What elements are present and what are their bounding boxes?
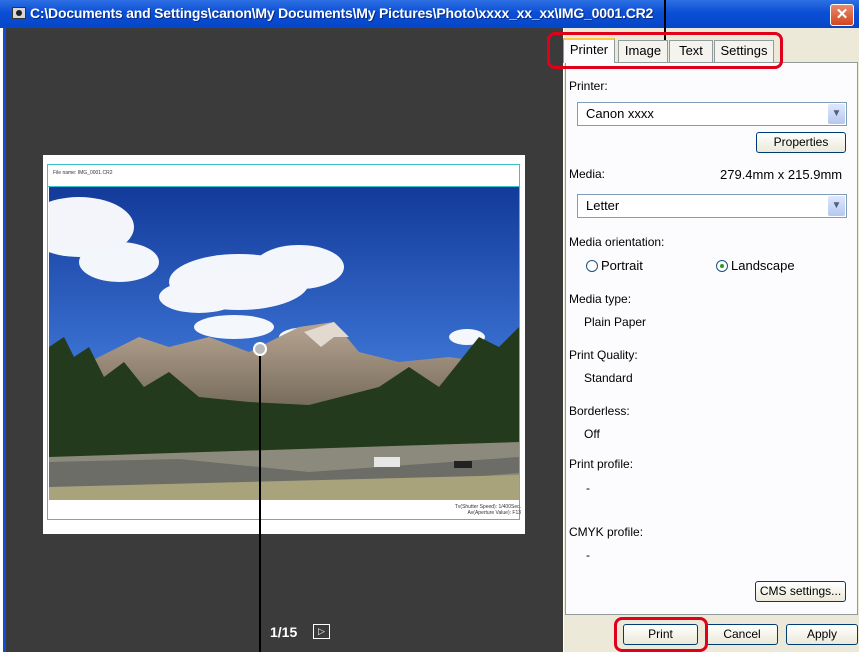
print-window: C:\Documents and Settings\canon\My Docum… — [0, 0, 859, 652]
print-callout-highlight — [614, 617, 708, 652]
preview-photo — [49, 187, 519, 500]
landscape-label[interactable]: Landscape — [731, 258, 795, 273]
apply-button[interactable]: Apply — [786, 624, 858, 645]
cmyk-profile-label: CMYK profile: — [569, 525, 644, 539]
media-size-text: 279.4mm x 215.9mm — [720, 167, 843, 182]
page-counter: 1/15 — [270, 624, 298, 640]
printer-select-value: Canon xxxx — [586, 106, 654, 121]
exif-caption: Tv(Shutter Speed): 1/400Sec. Av(Aperture… — [363, 504, 521, 516]
tab-printer[interactable]: Printer — [563, 38, 615, 63]
media-label: Media: — [569, 167, 606, 181]
borderless-label: Borderless: — [569, 404, 630, 418]
printer-select[interactable]: Canon xxxx ▼ — [577, 102, 847, 126]
properties-button[interactable]: Properties — [756, 132, 846, 153]
callout-pointer-line — [259, 356, 261, 652]
window-title: C:\Documents and Settings\canon\My Docum… — [30, 5, 654, 21]
chevron-down-icon[interactable]: ▼ — [828, 104, 845, 124]
media-select-value: Letter — [586, 198, 620, 213]
borderless-value: Off — [584, 427, 600, 441]
sheet-header-text: File name: IMG_0001.CR2 — [47, 164, 520, 187]
portrait-radio[interactable] — [586, 260, 598, 272]
camera-app-icon — [12, 7, 26, 19]
callout-pointer-dot — [253, 342, 267, 356]
title-bar[interactable]: C:\Documents and Settings\canon\My Docum… — [0, 0, 859, 28]
landscape-radio[interactable] — [716, 260, 728, 272]
print-quality-value: Standard — [584, 371, 633, 385]
print-profile-label: Print profile: — [569, 457, 634, 471]
print-profile-value: - — [586, 481, 590, 495]
cancel-button[interactable]: Cancel — [706, 624, 778, 645]
media-select[interactable]: Letter ▼ — [577, 194, 847, 218]
media-type-value: Plain Paper — [584, 315, 647, 329]
cms-settings-button[interactable]: CMS settings... — [755, 581, 846, 602]
next-page-button[interactable]: ▷ — [313, 624, 330, 639]
media-type-label: Media type: — [569, 292, 632, 306]
preview-sheet: File name: IMG_0001.CR2 Tv(Shutter Speed… — [43, 155, 525, 534]
printer-label: Printer: — [569, 79, 608, 93]
cmyk-profile-value: - — [586, 548, 590, 562]
orientation-label: Media orientation: — [569, 235, 665, 249]
close-button[interactable]: ✕ — [830, 4, 854, 26]
exif-aperture-text: Av(Aperture Value): F13 — [467, 510, 521, 516]
print-quality-label: Print Quality: — [569, 348, 638, 362]
chevron-down-icon[interactable]: ▼ — [828, 196, 845, 216]
portrait-label[interactable]: Portrait — [601, 258, 643, 273]
